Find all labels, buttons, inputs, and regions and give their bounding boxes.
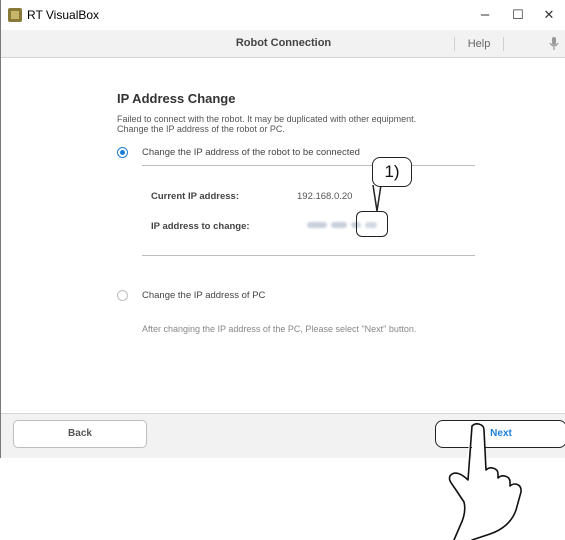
main-content: IP Address Change Failed to connect with… [1, 58, 565, 413]
option-robot-label[interactable]: Change the IP address of the robot to be… [142, 147, 360, 158]
option-pc-label[interactable]: Change the IP address of PC [142, 290, 265, 301]
current-ip-value: 192.168.0.20 [297, 191, 353, 202]
divider-top [142, 165, 475, 166]
page-heading: IP Address Change [117, 91, 236, 106]
help-button[interactable]: Help [454, 37, 504, 51]
divider-bottom [142, 255, 475, 256]
close-button[interactable]: ✕ [532, 4, 565, 26]
back-button[interactable]: Back [13, 420, 147, 448]
change-ip-label: IP address to change: [151, 221, 250, 232]
title-bar: RT VisualBox – ☐ ✕ [1, 0, 565, 30]
description-line-1: Failed to connect with the robot. It may… [117, 114, 417, 124]
app-window: RT VisualBox – ☐ ✕ Robot Connection Help… [0, 0, 565, 458]
mic-icon[interactable] [549, 37, 559, 51]
app-icon [8, 8, 22, 22]
option-pc-note: After changing the IP address of the PC,… [142, 324, 417, 334]
callout-number: 1) [372, 157, 412, 187]
hand-pointer-icon [448, 423, 522, 540]
callout-highlight [356, 211, 388, 237]
callout-pointer [372, 185, 382, 212]
toolbar: Robot Connection Help [1, 30, 565, 58]
maximize-button[interactable]: ☐ [501, 4, 535, 26]
description-line-2: Change the IP address of the robot or PC… [117, 124, 285, 134]
minimize-button[interactable]: – [468, 4, 502, 26]
radio-robot-ip[interactable] [117, 147, 128, 158]
current-ip-label: Current IP address: [151, 191, 239, 202]
window-title: RT VisualBox [27, 8, 100, 22]
page-description: Failed to connect with the robot. It may… [117, 114, 497, 134]
radio-pc-ip[interactable] [117, 290, 128, 301]
